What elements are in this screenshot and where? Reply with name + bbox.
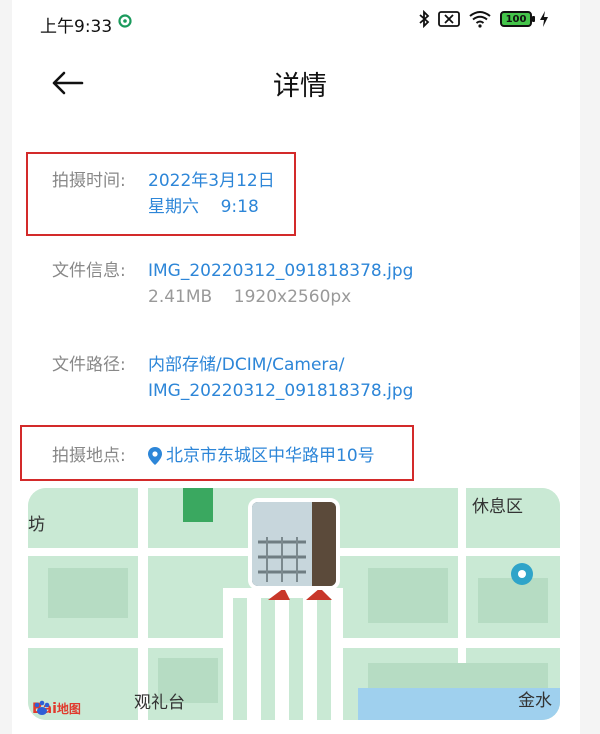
photo-image (252, 502, 336, 586)
page-title: 详情 (273, 71, 327, 102)
no-sim-icon (438, 11, 460, 27)
paw-icon (34, 700, 50, 715)
map-label-top-left: 坊 (28, 515, 45, 535)
location-map[interactable]: 坊 休息区 观礼台 金水 Bai 地图 (28, 488, 560, 720)
file-name[interactable]: IMG_20220312_091818378.jpg (148, 258, 413, 284)
battery-level: 100 (505, 13, 527, 25)
settings-icon (118, 14, 132, 28)
bluetooth-icon (419, 10, 430, 28)
battery-icon: 100 (500, 11, 535, 27)
file-path-line2: IMG_20220312_091818378.jpg (148, 381, 414, 401)
charging-icon (540, 11, 548, 27)
highlight-shoot-time (26, 152, 296, 236)
map-label-rest-area: 休息区 (472, 497, 523, 517)
file-meta: 2.41MB 1920x2560px (148, 287, 352, 307)
file-path-values[interactable]: 内部存储/DCIM/Camera/ IMG_20220312_091818378… (148, 352, 413, 404)
status-bar: 上午9:33 100 (0, 0, 600, 44)
file-info-values: IMG_20220312_091818378.jpg 2.41MB 1920x2… (148, 258, 413, 310)
map-label-jinshui: 金水 (518, 691, 552, 711)
file-path-label: 文件路径: (52, 355, 126, 375)
map-label-guanlitai: 观礼台 (134, 693, 185, 713)
map-logo-text-right: 地图 (56, 702, 81, 716)
wifi-icon (469, 11, 491, 28)
file-path-line1: 内部存储/DCIM/Camera/ (148, 355, 345, 375)
file-info-label: 文件信息: (52, 261, 126, 281)
highlight-location (20, 425, 414, 481)
photo-thumbnail[interactable] (248, 498, 340, 590)
status-time: 上午9:33 (40, 17, 113, 37)
map-logo: Bai 地图 (32, 700, 81, 717)
